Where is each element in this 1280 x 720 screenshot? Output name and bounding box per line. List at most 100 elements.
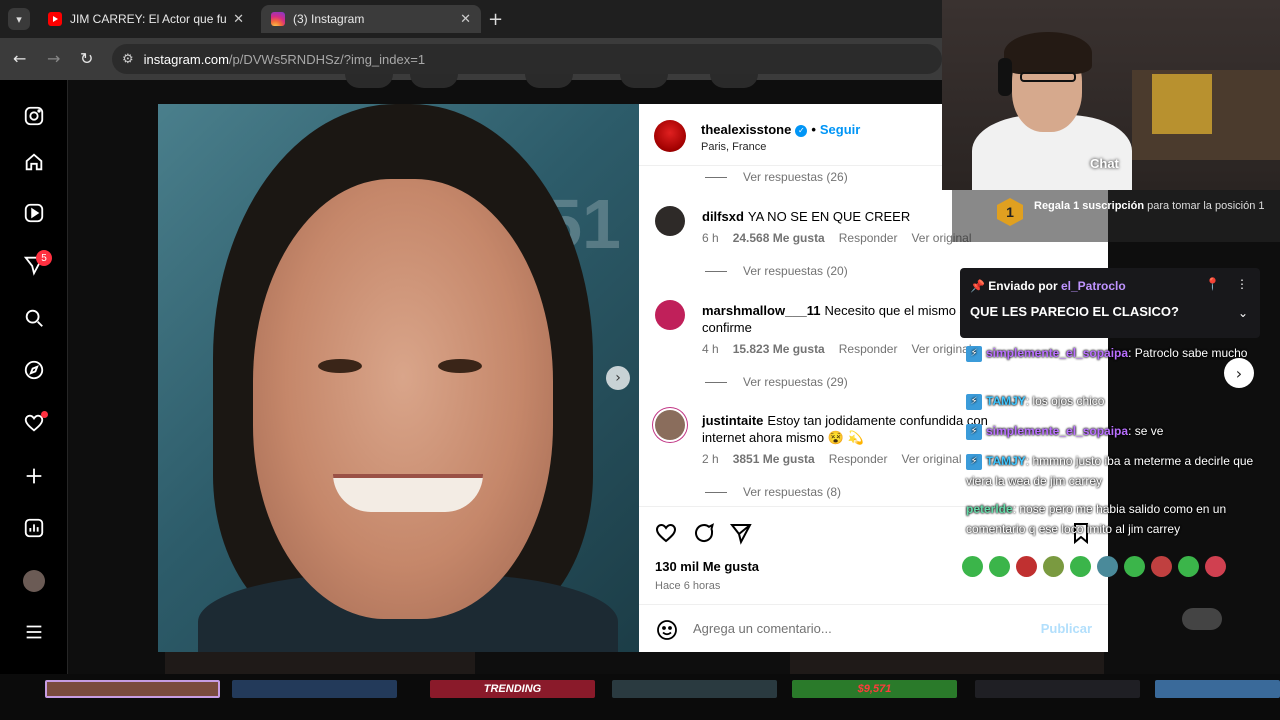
taskbar-thumb[interactable] [612,680,777,698]
instagram-favicon-icon [271,12,285,26]
chat-message: ⚡ simplemente_el_sopaipa: se ve [966,421,1256,441]
comment-icon[interactable] [692,521,716,545]
chat-message: peterlde: nose pero me habia salido como… [966,502,1227,536]
post-location[interactable]: Paris, France [701,141,766,153]
search-icon[interactable] [22,306,46,330]
taskbar-thumb[interactable]: TRENDING [430,680,595,698]
post-time: Hace 6 horas [655,580,721,592]
create-icon[interactable] [22,464,46,488]
url-text: instagram.com/p/DVWs5RNDHSz/?img_index=1 [144,52,425,67]
comment-likes[interactable]: 15.823 Me gusta [733,342,825,356]
sub-badge-icon: ⚡ [966,453,982,470]
pin-icon: 📌 [970,279,985,293]
author-line: thealexisstone ✓ • Seguir [701,122,861,137]
new-tab-button[interactable]: + [488,9,503,30]
comment-avatar[interactable] [655,206,685,236]
tab-youtube[interactable]: JIM CARREY: El Actor que fue R ✕ [38,5,254,33]
tab-title: (3) Instagram [293,12,365,26]
comment-avatar[interactable] [655,300,685,330]
taskbar-thumb[interactable]: $9,571 [792,680,957,698]
screen: ▾ JIM CARREY: El Actor que fue R ✕ (3) I… [0,0,1280,720]
url-field[interactable]: ⚙ instagram.com/p/DVWs5RNDHSz/?img_index… [112,44,942,74]
taskbar-thumb[interactable] [975,680,1140,698]
comment-meta: 2 h 3851 Me gusta Responder Ver original [702,452,962,466]
viewer-avatars [1182,608,1222,630]
next-image-button[interactable]: › [606,366,630,390]
comment-likes[interactable]: 24.568 Me gusta [733,231,825,245]
comment-time: 6 h [702,231,719,245]
tab-title: JIM CARREY: El Actor que fue R [70,12,227,26]
comment-username[interactable]: marshmallow___11 [702,303,821,318]
gift-rank-badge: 1 [997,198,1023,226]
reload-icon[interactable]: ↻ [80,49,93,68]
share-icon[interactable] [729,521,753,545]
menu-icon[interactable] [22,620,46,644]
reply-button[interactable]: Responder [839,231,898,245]
post-photo[interactable]: 51 [158,104,639,652]
comment-input[interactable]: Agrega un comentario... [693,621,832,636]
youtube-icon [48,12,62,26]
messages-count-badge: 5 [36,250,52,266]
follow-button[interactable]: Seguir [820,122,860,137]
stories-strip [320,74,940,90]
taskbar-thumb[interactable] [1155,680,1280,698]
dashboard-icon[interactable] [22,516,46,540]
reels-icon[interactable] [22,201,46,225]
pinned-message[interactable]: 📌 Enviado por el_Patroclo QUE LES PARECI… [960,268,1260,338]
tab-search-button[interactable]: ▾ [8,8,30,30]
comment-avatar[interactable] [655,410,685,440]
notification-dot [41,411,48,418]
sub-badge-icon: ⚡ [966,393,982,410]
url-host: instagram.com [143,51,229,67]
webcam-label: Chat [1090,156,1119,171]
emote-row [962,556,1226,577]
reply-button[interactable]: Responder [839,342,898,356]
stream-chat-overlay: 1 Regala 1 suscripción para tomar la pos… [952,190,1280,674]
comment-body: YA NO SE EN QUE CREER [747,209,911,224]
home-icon[interactable] [22,150,46,174]
view-replies-link[interactable]: Ver respuestas (29) [705,375,848,389]
comment-meta: 6 h 24.568 Me gusta Responder Ver origin… [702,231,972,245]
sub-badge-icon: ⚡ [966,345,982,362]
taskbar: TRENDING $9,571 [0,674,1280,720]
author-avatar[interactable] [654,120,686,152]
chat-message: ⚡ simplemente_el_sopaipa: Patroclo sabe m… [966,343,1256,363]
emoji-icon[interactable] [655,618,679,642]
close-tab-icon[interactable]: ✕ [233,12,244,27]
verified-icon: ✓ [795,124,808,137]
comment-text: justintaite Estoy tan jodidamente confund… [702,412,992,446]
forward-icon[interactable]: → [47,49,60,68]
comment-meta: 4 h 15.823 Me gusta Responder Ver origin… [702,342,972,356]
pinned-text: QUE LES PARECIO EL CLASICO? [970,304,1179,319]
gift-sub-banner[interactable]: 1 Regala 1 suscripción para tomar la pos… [952,190,1280,242]
comment-time: 4 h [702,342,719,356]
like-heart-icon[interactable] [654,521,678,545]
post-likes-count[interactable]: 130 mil Me gusta [655,559,759,574]
pinned-author[interactable]: el_Patroclo [1061,279,1126,293]
reply-button[interactable]: Responder [829,452,888,466]
chevron-down-icon[interactable]: ⌄ [1238,306,1248,320]
site-info-icon[interactable]: ⚙ [122,52,134,67]
instagram-logo-icon[interactable] [22,104,46,128]
taskbar-thumb[interactable] [232,680,397,698]
comment-username[interactable]: justintaite [702,413,763,428]
view-replies-link[interactable]: Ver respuestas (8) [705,485,841,499]
back-icon[interactable]: ← [13,49,26,68]
tab-instagram[interactable]: (3) Instagram ✕ [261,5,481,33]
author-username[interactable]: thealexisstone [701,122,791,137]
view-replies-link[interactable]: Ver respuestas (26) [705,170,848,184]
unpin-icon[interactable]: 📍 [1205,277,1220,291]
chat-message: ⚡ TAMJY: hmmno justo iba a meterme a deci… [966,453,1254,488]
gift-sub-text: Regala 1 suscripción para tomar la posic… [1034,200,1265,212]
comment-text: dilfsxd YA NO SE EN QUE CREER [702,208,992,225]
url-path: /p/DVWs5RNDHSz/?img_index=1 [228,51,426,67]
taskbar-thumb[interactable] [45,680,220,698]
chevron-right-icon[interactable]: › [1224,358,1254,388]
comment-likes[interactable]: 3851 Me gusta [733,452,815,466]
view-replies-link[interactable]: Ver respuestas (20) [705,264,848,278]
explore-icon[interactable] [22,358,46,382]
more-options-icon[interactable]: ⋮ [1236,277,1248,291]
comment-username[interactable]: dilfsxd [702,209,744,224]
profile-avatar[interactable] [23,570,45,592]
close-tab-icon[interactable]: ✕ [460,12,471,27]
